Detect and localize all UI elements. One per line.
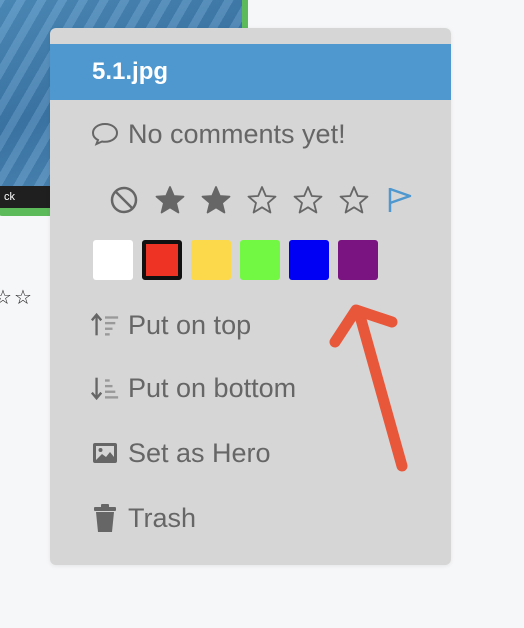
trash-icon xyxy=(90,503,120,533)
sort-up-icon xyxy=(90,310,120,340)
color-swatch-purple[interactable] xyxy=(338,240,378,280)
star-1-icon[interactable] xyxy=(152,182,188,218)
star-5-icon[interactable] xyxy=(336,182,372,218)
put-on-top-label: Put on top xyxy=(128,309,252,340)
star-4-icon[interactable] xyxy=(290,182,326,218)
sort-down-icon xyxy=(90,373,120,403)
annotation-arrow xyxy=(329,304,408,472)
set-as-hero-item[interactable]: Set as Hero xyxy=(90,436,271,470)
put-on-bottom-item[interactable]: Put on bottom xyxy=(90,371,296,405)
flag-icon[interactable] xyxy=(382,182,418,218)
star-2-icon[interactable] xyxy=(198,182,234,218)
menu-header: 5.1.jpg xyxy=(50,44,451,100)
put-on-bottom-label: Put on bottom xyxy=(128,372,297,403)
color-swatch-blue[interactable] xyxy=(289,240,329,280)
trash-item[interactable]: Trash xyxy=(90,501,196,535)
color-swatch-green[interactable] xyxy=(240,240,280,280)
put-on-top-item[interactable]: Put on top xyxy=(90,308,251,342)
comments-item[interactable]: No comments yet! xyxy=(90,118,346,150)
color-swatches xyxy=(93,240,378,280)
star-icon[interactable]: ☆ xyxy=(14,286,32,310)
comment-bubble-icon xyxy=(90,119,120,149)
trash-label: Trash xyxy=(128,502,197,533)
star-icon[interactable]: ☆ xyxy=(0,286,12,310)
star-3-icon[interactable] xyxy=(244,182,280,218)
color-swatch-yellow[interactable] xyxy=(191,240,231,280)
set-as-hero-label: Set as Hero xyxy=(128,437,271,468)
background-rating: ☆ ☆ xyxy=(0,286,32,310)
color-swatch-white[interactable] xyxy=(93,240,133,280)
image-icon xyxy=(90,438,120,468)
comments-label: No comments yet! xyxy=(128,118,346,149)
rating-row xyxy=(106,182,418,218)
ban-icon[interactable] xyxy=(106,182,142,218)
file-name-title: 5.1.jpg xyxy=(92,58,169,85)
color-swatch-red[interactable] xyxy=(142,240,182,280)
